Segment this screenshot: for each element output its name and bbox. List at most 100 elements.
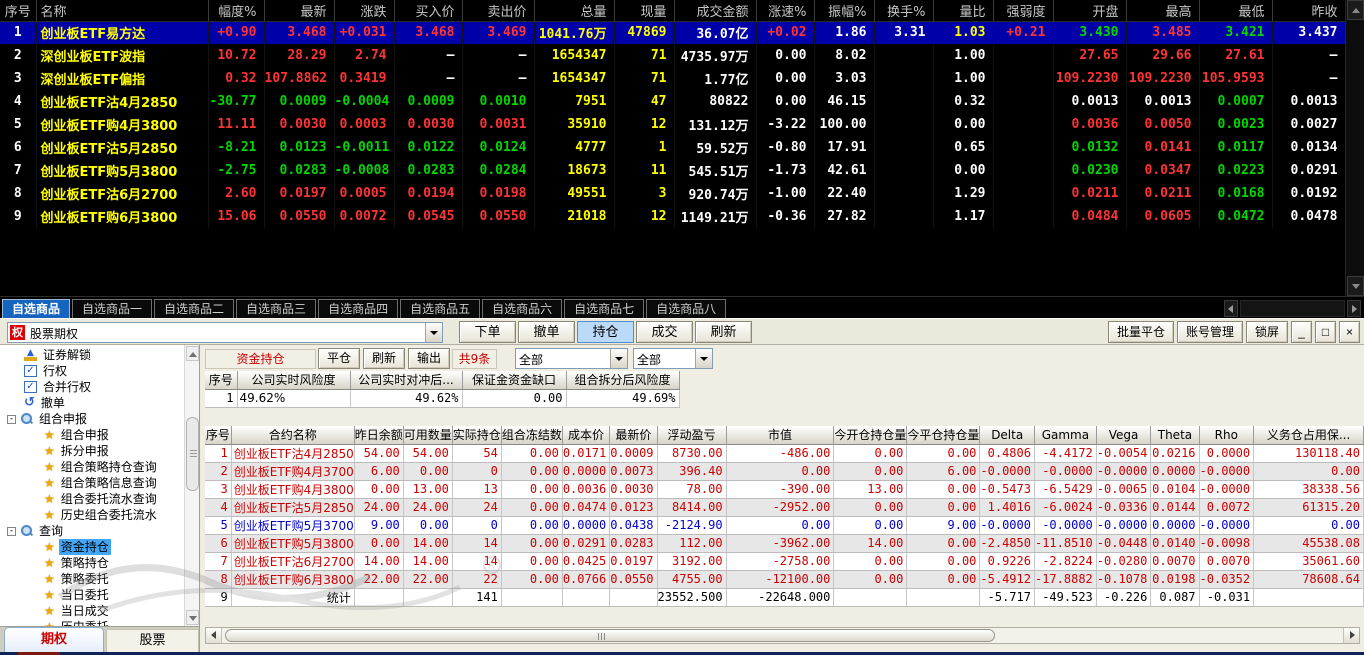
toolbar-button-item[interactable]: 撤单	[518, 321, 575, 343]
lock-screen-button[interactable]: 锁屏	[1246, 321, 1288, 343]
quote-column-header[interactable]: 最新	[264, 0, 334, 21]
table-row[interactable]: 149.62%49.62%0.0049.69%	[205, 389, 679, 407]
table-row[interactable]: 3创业板ETF购4月38000.0013.00130.000.00360.003…	[205, 480, 1364, 498]
tree-item[interactable]: ✓行权	[0, 363, 184, 379]
tree-item[interactable]: ★组合策略信息查询	[0, 475, 184, 491]
tree-scroll-down-button[interactable]	[186, 610, 199, 625]
quote-column-header[interactable]: 序号	[0, 0, 36, 21]
chevron-down-icon[interactable]	[695, 349, 712, 368]
quote-column-header[interactable]: 涨跌	[334, 0, 394, 21]
table-row[interactable]: 7创业板ETF沽6月270014.0014.00140.000.04250.01…	[205, 552, 1364, 570]
tree-scrollbar-thumb[interactable]	[186, 417, 199, 491]
pos-table-column-header[interactable]: Vega	[1096, 426, 1151, 444]
tree-item[interactable]: -查询	[0, 523, 184, 539]
toolbar-button-item[interactable]: 成交	[636, 321, 693, 343]
quote-row[interactable]: 8创业板ETF沽6月27002.600.01970.00050.01940.01…	[0, 182, 1345, 205]
tabs-scroll-right-button[interactable]	[1347, 300, 1361, 317]
quote-vertical-scrollbar[interactable]	[1345, 0, 1364, 296]
watchlist-tab[interactable]: 自选商品三	[236, 299, 316, 319]
pos-table-column-header[interactable]: Delta	[980, 426, 1035, 444]
pos-table-column-header[interactable]: 浮动盈亏	[657, 426, 726, 444]
quote-row[interactable]: 4创业板ETF沽4月2850-30.770.0009-0.00040.00090…	[0, 90, 1345, 113]
hscroll-right-button[interactable]	[1343, 628, 1359, 643]
risk-table-column-header[interactable]: 序号	[205, 371, 237, 389]
tree-item[interactable]: ★组合委托流水查询	[0, 491, 184, 507]
panel-button[interactable]: 输出	[408, 348, 450, 369]
chevron-down-icon[interactable]	[610, 349, 627, 368]
tab-stock[interactable]: 股票	[106, 629, 199, 652]
pos-table-column-header[interactable]: Gamma	[1034, 426, 1096, 444]
chevron-down-icon[interactable]	[425, 323, 442, 342]
quote-column-header[interactable]: 换手%	[874, 0, 933, 21]
watchlist-tab[interactable]: 自选商品六	[482, 299, 562, 319]
tree-item[interactable]: ▲证券解锁	[0, 347, 184, 363]
pos-table-column-header[interactable]: 市值	[726, 426, 834, 444]
watchlist-tab[interactable]: 自选商品八	[646, 299, 726, 319]
minimize-button[interactable]: _	[1291, 321, 1312, 343]
quote-column-header[interactable]: 最低	[1199, 0, 1272, 21]
pos-table-column-header[interactable]: 成本价	[562, 426, 609, 444]
table-row[interactable]: 1创业板ETF沽4月285054.0054.00540.000.01710.00…	[205, 444, 1364, 462]
hscroll-thumb[interactable]	[225, 629, 995, 642]
tree-item[interactable]: ★当日成交	[0, 603, 184, 619]
table-row[interactable]: 6创业板ETF购5月38000.0014.00140.000.02910.028…	[205, 534, 1364, 552]
risk-table-column-header[interactable]: 保证金资金缺口	[462, 371, 566, 389]
risk-table-column-header[interactable]: 公司实时对冲后...	[350, 371, 462, 389]
quote-column-header[interactable]: 现量	[614, 0, 674, 21]
tree-item[interactable]: ★组合策略持仓查询	[0, 459, 184, 475]
pos-table-column-header[interactable]: 义务仓占用保...	[1254, 426, 1364, 444]
tabs-scroll-left-button[interactable]	[1224, 300, 1238, 317]
watchlist-tab[interactable]: 自选商品	[2, 299, 70, 319]
watchlist-tab[interactable]: 自选商品四	[318, 299, 398, 319]
risk-table-column-header[interactable]: 组合拆分后风险度	[566, 371, 679, 389]
expand-collapse-icon[interactable]: -	[7, 527, 16, 536]
tabs-scrollbar-track[interactable]	[1240, 300, 1345, 317]
quote-row[interactable]: 9创业板ETF购6月380015.060.05500.00720.05450.0…	[0, 205, 1345, 228]
tree-item[interactable]: ★策略委托	[0, 571, 184, 587]
toolbar-button-active[interactable]: 持仓	[577, 321, 634, 343]
table-row[interactable]: 8创业板ETF购6月380022.0022.00220.000.07660.05…	[205, 570, 1364, 588]
quote-column-header[interactable]: 买入价	[394, 0, 462, 21]
quote-column-header[interactable]: 昨收	[1272, 0, 1345, 21]
pos-table-column-header[interactable]: Rho	[1199, 426, 1254, 444]
tree-item[interactable]: ★组合申报	[0, 427, 184, 443]
quote-column-header[interactable]: 总量	[534, 0, 614, 21]
quote-column-header[interactable]: 卖出价	[462, 0, 534, 21]
quote-row[interactable]: 6创业板ETF沽5月2850-8.210.0123-0.00110.01220.…	[0, 136, 1345, 159]
quote-column-header[interactable]: 名称	[36, 0, 208, 21]
tree-scrollbar[interactable]	[184, 345, 199, 626]
quote-column-header[interactable]: 开盘	[1053, 0, 1126, 21]
pos-table-column-header[interactable]: 序号	[205, 426, 231, 444]
tree-item[interactable]: ✓合并行权	[0, 379, 184, 395]
pos-table-column-header[interactable]: 今开仓持仓量	[834, 426, 907, 444]
tree-item[interactable]: -组合申报	[0, 411, 184, 427]
pos-table-column-header[interactable]: 今平仓持仓量	[907, 426, 980, 444]
quote-column-header[interactable]: 成交金额	[674, 0, 756, 21]
quote-row[interactable]: 5创业板ETF购4月380011.110.00300.00030.00300.0…	[0, 113, 1345, 136]
tree-item[interactable]: ★历史委托	[0, 619, 184, 626]
quote-row[interactable]: 1创业板ETF易方达+0.903.468+0.0313.4683.4691041…	[0, 21, 1345, 44]
watchlist-tab[interactable]: 自选商品七	[564, 299, 644, 319]
pos-table-column-header[interactable]: 实际持仓	[452, 426, 501, 444]
quote-column-header[interactable]: 量比	[933, 0, 993, 21]
expand-collapse-icon[interactable]: -	[7, 415, 16, 424]
close-button[interactable]: ×	[1339, 321, 1360, 343]
quote-column-header[interactable]: 最高	[1126, 0, 1199, 21]
pos-table-column-header[interactable]: 可用数量	[403, 426, 452, 444]
hscroll-left-button[interactable]	[206, 628, 222, 643]
market-selector[interactable]: 权 股票期权	[7, 322, 443, 343]
tree-scroll-up-button[interactable]	[186, 346, 199, 361]
batch-close-button[interactable]: 批量平仓	[1108, 321, 1174, 343]
quote-column-header[interactable]: 振幅%	[814, 0, 874, 21]
tree-item[interactable]: ★策略持仓	[0, 555, 184, 571]
filter-dropdown-1[interactable]: 全部	[515, 348, 628, 369]
tree-item[interactable]: ★资金持仓	[0, 539, 184, 555]
quote-row[interactable]: 3深创业板ETF偏指0.32107.88620.3419——1654347711…	[0, 67, 1345, 90]
scroll-down-button[interactable]	[1347, 276, 1364, 296]
maximize-button[interactable]: □	[1315, 321, 1336, 343]
tree-item[interactable]: ★拆分申报	[0, 443, 184, 459]
toolbar-button-item[interactable]: 下单	[459, 321, 516, 343]
panel-button[interactable]: 刷新	[363, 348, 405, 369]
panel-button[interactable]: 平仓	[318, 348, 360, 369]
quote-row[interactable]: 2深创业板ETF波指10.7228.292.74——1654347714735.…	[0, 44, 1345, 67]
